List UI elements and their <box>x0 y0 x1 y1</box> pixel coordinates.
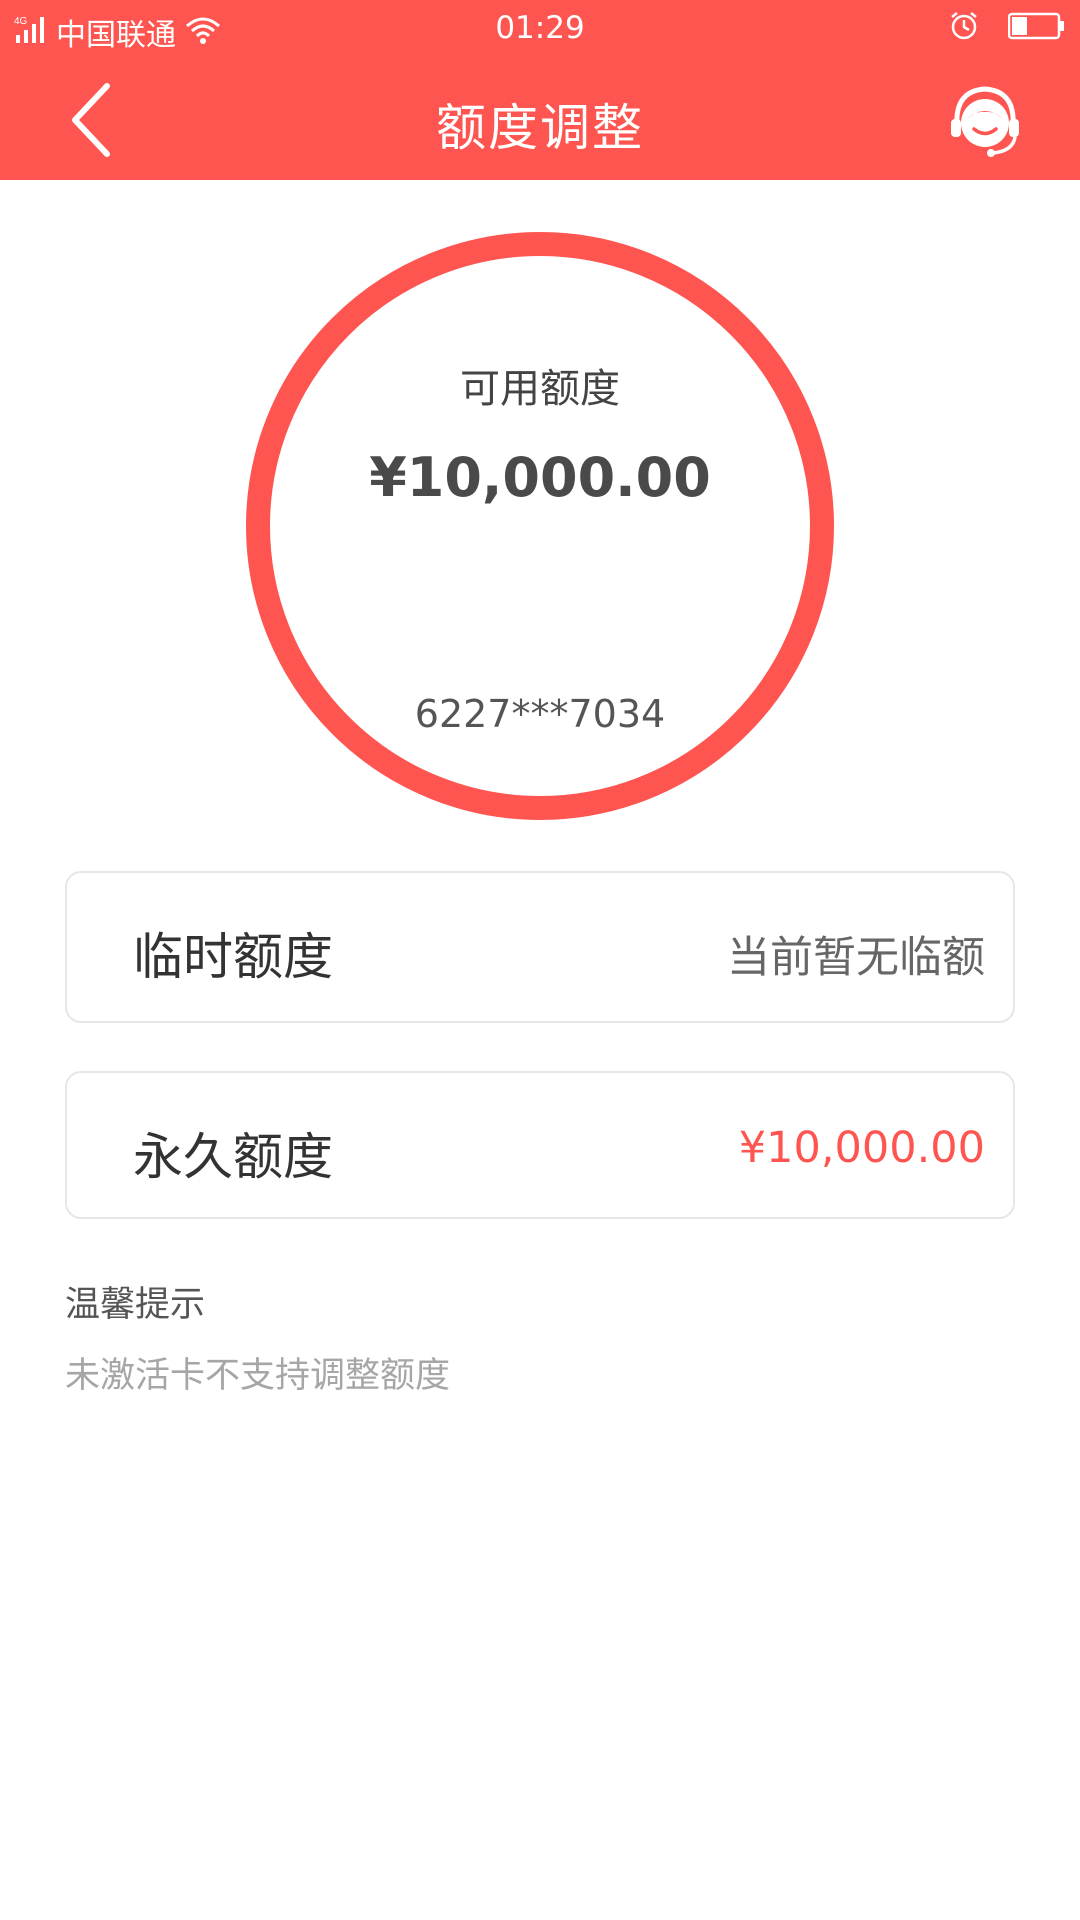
tips-text: 未激活卡不支持调整额度 <box>65 1356 451 1396</box>
status-right <box>948 10 1066 46</box>
card-number: 6227***7034 <box>414 692 666 736</box>
status-bar: 4G 中国联通 01:29 <box>0 0 1080 60</box>
available-limit-label: 可用额度 <box>460 366 620 412</box>
permanent-limit-row[interactable]: 永久额度 ¥10,000.00 <box>65 1071 1015 1219</box>
temporary-limit-value: 当前暂无临额 <box>727 933 985 983</box>
page-title: 额度调整 <box>436 99 644 157</box>
alarm-icon <box>948 10 980 46</box>
permanent-limit-label: 永久额度 <box>133 1128 333 1186</box>
temporary-limit-row[interactable]: 临时额度 当前暂无临额 <box>65 871 1015 1023</box>
nav-bar: 额度调整 <box>0 60 1080 180</box>
temporary-limit-label: 临时额度 <box>133 928 333 986</box>
battery-icon <box>1007 12 1066 44</box>
customer-service-button[interactable] <box>940 76 1030 166</box>
available-limit-ring: 可用额度 ¥10,000.00 6227***7034 <box>246 232 834 820</box>
tips-title: 温馨提示 <box>65 1285 206 1325</box>
permanent-limit-value: ¥10,000.00 <box>738 1123 985 1173</box>
available-limit-amount: ¥10,000.00 <box>369 446 711 509</box>
customer-service-icon <box>951 86 1019 157</box>
status-time: 01:29 <box>495 10 585 46</box>
